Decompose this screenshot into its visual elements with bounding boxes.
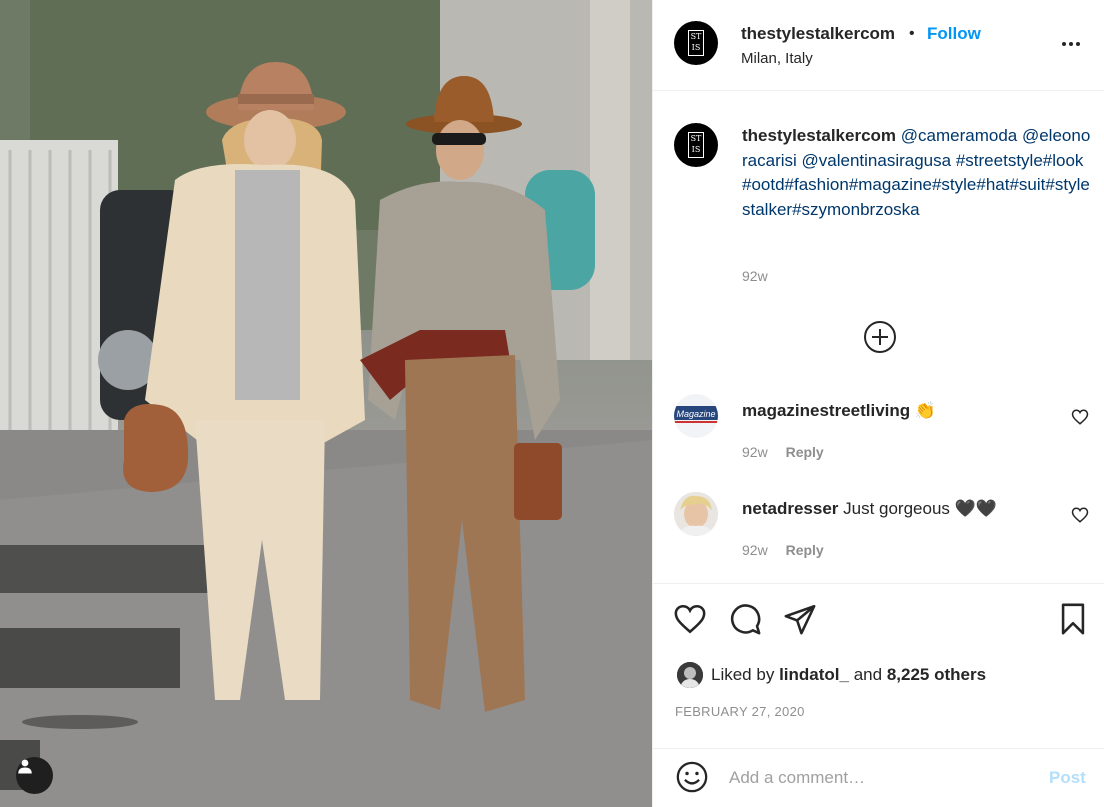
location-link[interactable]: Milan, Italy [741, 50, 813, 67]
commenter-avatar[interactable]: Magazine [674, 394, 718, 438]
post-header: ST IS thestylestalkercom • Follow Milan,… [653, 0, 1104, 91]
more-options-icon[interactable] [1059, 32, 1083, 56]
comment-text: 👏 [914, 401, 937, 420]
svg-text:Magazine: Magazine [676, 409, 715, 419]
caption-text: thestylestalkercom @cameramoda @eleonora… [742, 124, 1092, 222]
post-photo[interactable] [0, 0, 652, 807]
comment-meta: 92w Reply [742, 444, 824, 460]
emoji-smiley-icon[interactable] [675, 760, 709, 794]
comment-input[interactable] [729, 765, 1009, 791]
load-more-comments-icon[interactable] [863, 320, 897, 354]
liker-username[interactable]: lindatol_ [779, 665, 849, 685]
add-comment-bar: Post [653, 748, 1104, 807]
tagged-users-button[interactable] [16, 757, 53, 794]
magazine-logo-icon: Magazine [674, 406, 718, 423]
comment-item: netadresser Just gorgeous 🖤🖤 92w Reply [653, 492, 1104, 582]
caption-username[interactable]: thestylestalkercom [742, 126, 896, 145]
header-username[interactable]: thestylestalkercom [741, 24, 895, 44]
avatar-monogram: ST IS [688, 30, 704, 56]
comment-username[interactable]: magazinestreetliving 👏 [742, 401, 936, 421]
user-icon [18, 759, 32, 774]
reply-button[interactable]: Reply [786, 444, 824, 460]
liker-photo-icon [677, 662, 703, 688]
post-comment-button[interactable]: Post [1049, 768, 1086, 788]
comment-text: Just gorgeous 🖤🖤 [843, 499, 997, 518]
separator-dot: • [909, 25, 915, 42]
person-photo-icon [674, 492, 718, 536]
comment-like-heart-icon[interactable] [1071, 408, 1089, 426]
likes-summary: Liked by lindatol_ and 8,225 others [677, 662, 986, 688]
street-style-photo [0, 0, 652, 807]
post-actions: Liked by lindatol_ and 8,225 others FEBR… [653, 583, 1104, 740]
post-date[interactable]: FEBRUARY 27, 2020 [675, 704, 805, 719]
comment-meta: 92w Reply [742, 542, 824, 558]
mention-link[interactable]: @cameramoda [901, 126, 1017, 145]
like-heart-icon[interactable] [673, 602, 707, 636]
bookmark-save-icon[interactable] [1056, 602, 1090, 636]
comment-bubble-icon[interactable] [728, 602, 762, 636]
post-sidebar: ST IS thestylestalkercom • Follow Milan,… [652, 0, 1104, 807]
caption-timestamp[interactable]: 92w [742, 268, 768, 284]
profile-avatar[interactable]: ST IS [674, 21, 718, 65]
comment-like-heart-icon[interactable] [1071, 506, 1089, 524]
comment-username[interactable]: netadresser Just gorgeous 🖤🖤 [742, 499, 997, 519]
commenter-avatar[interactable] [674, 492, 718, 536]
caption-avatar[interactable]: ST IS [674, 123, 718, 167]
share-send-icon[interactable] [783, 602, 817, 636]
avatar-monogram: ST IS [688, 132, 704, 158]
reply-button[interactable]: Reply [786, 542, 824, 558]
mention-link[interactable]: @valentinasiragusa [802, 151, 952, 170]
follow-button[interactable]: Follow [927, 24, 981, 44]
comment-timestamp[interactable]: 92w [742, 542, 768, 558]
comment-timestamp[interactable]: 92w [742, 444, 768, 460]
likes-count[interactable]: 8,225 others [887, 665, 986, 685]
liker-avatar[interactable] [677, 662, 703, 688]
comment-item: Magazine magazinestreetliving 👏 92w Repl… [653, 394, 1104, 484]
